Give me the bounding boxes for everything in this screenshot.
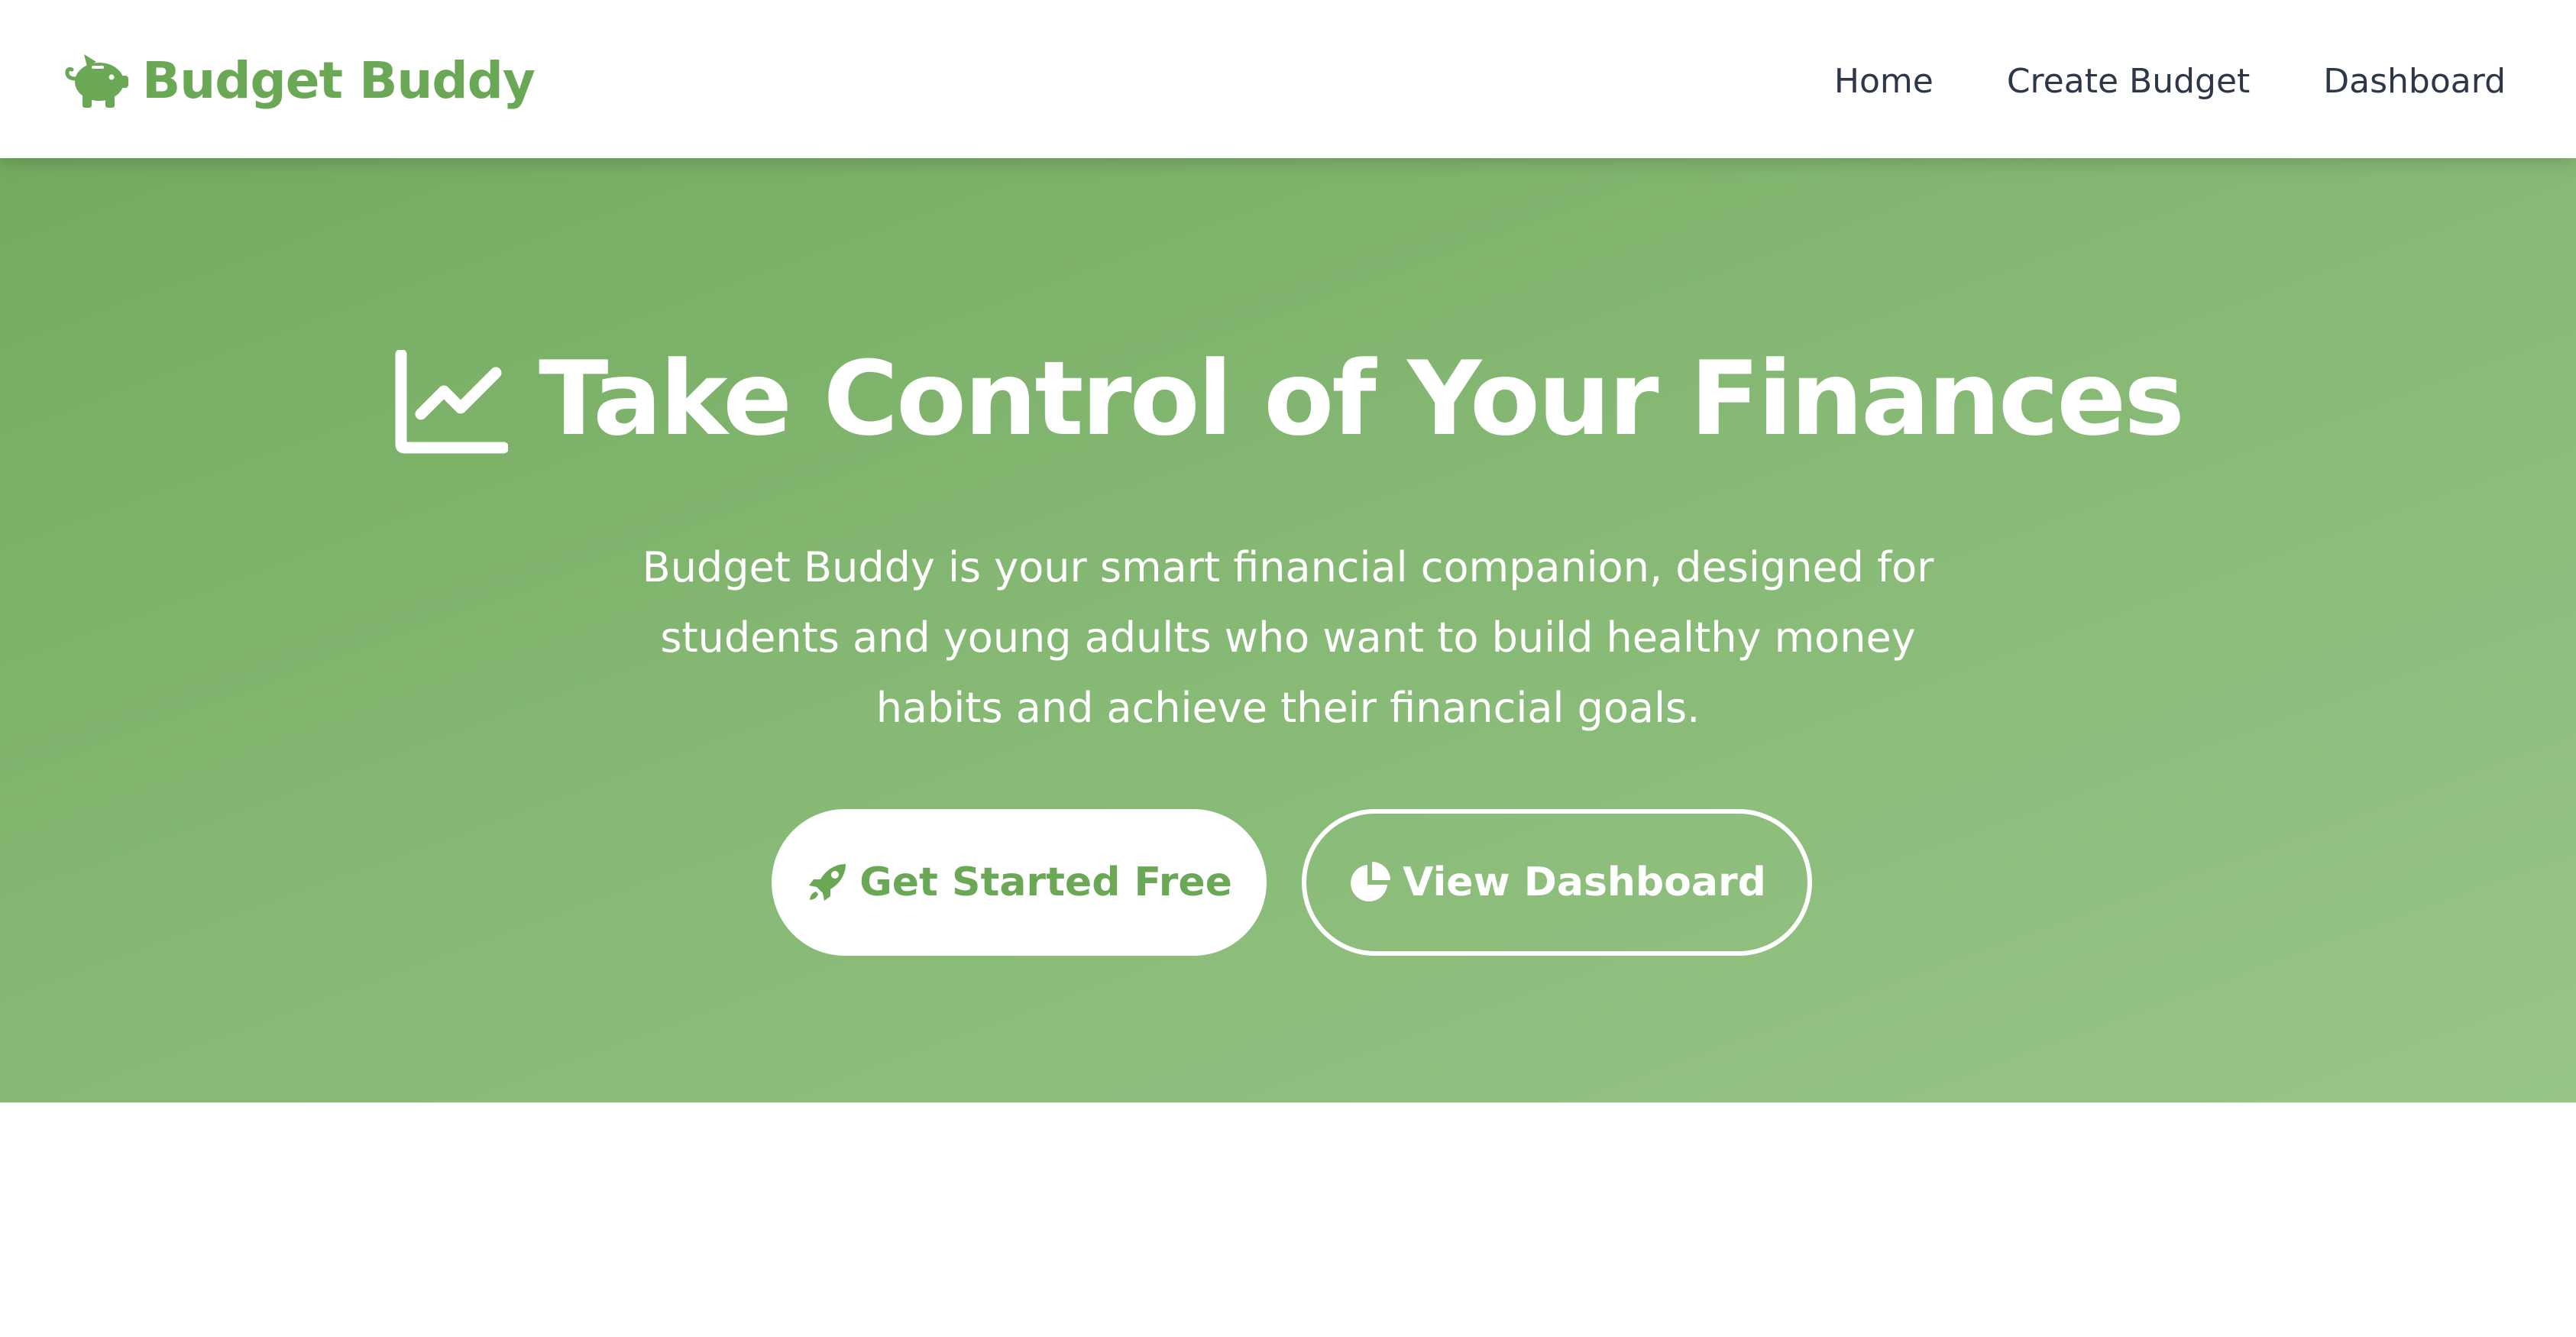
main-nav: Home Create Budget Dashboard [1834, 50, 2506, 112]
nav-link-create-budget[interactable]: Create Budget [2007, 62, 2250, 101]
hero-section: Take Control of Your Finances Budget Bud… [0, 158, 2576, 1102]
hero-title: Take Control of Your Finances [539, 339, 2185, 458]
chart-line-icon [393, 344, 509, 454]
hero-actions: Get Started Free View Dashboard [0, 809, 2576, 956]
hero-description: Budget Buddy is your smart financial com… [642, 543, 1934, 732]
rocket-icon [806, 861, 849, 904]
nav-link-home[interactable]: Home [1834, 62, 1934, 101]
piggy-bank-icon [64, 51, 128, 109]
nav-link-dashboard[interactable]: Dashboard [2323, 62, 2506, 101]
navbar: Budget Buddy Home Create Budget Dashboar… [0, 0, 2576, 158]
page-content-area [0, 1102, 2576, 1337]
view-dashboard-label: View Dashboard [1403, 860, 1766, 905]
brand-logo-link[interactable]: Budget Buddy [64, 46, 536, 115]
get-started-button[interactable]: Get Started Free [772, 809, 1267, 956]
chart-pie-icon [1348, 860, 1392, 905]
view-dashboard-button[interactable]: View Dashboard [1302, 809, 1812, 956]
get-started-label: Get Started Free [859, 860, 1232, 905]
brand-name: Budget Buddy [142, 50, 536, 110]
hero-heading: Take Control of Your Finances [0, 334, 2576, 464]
